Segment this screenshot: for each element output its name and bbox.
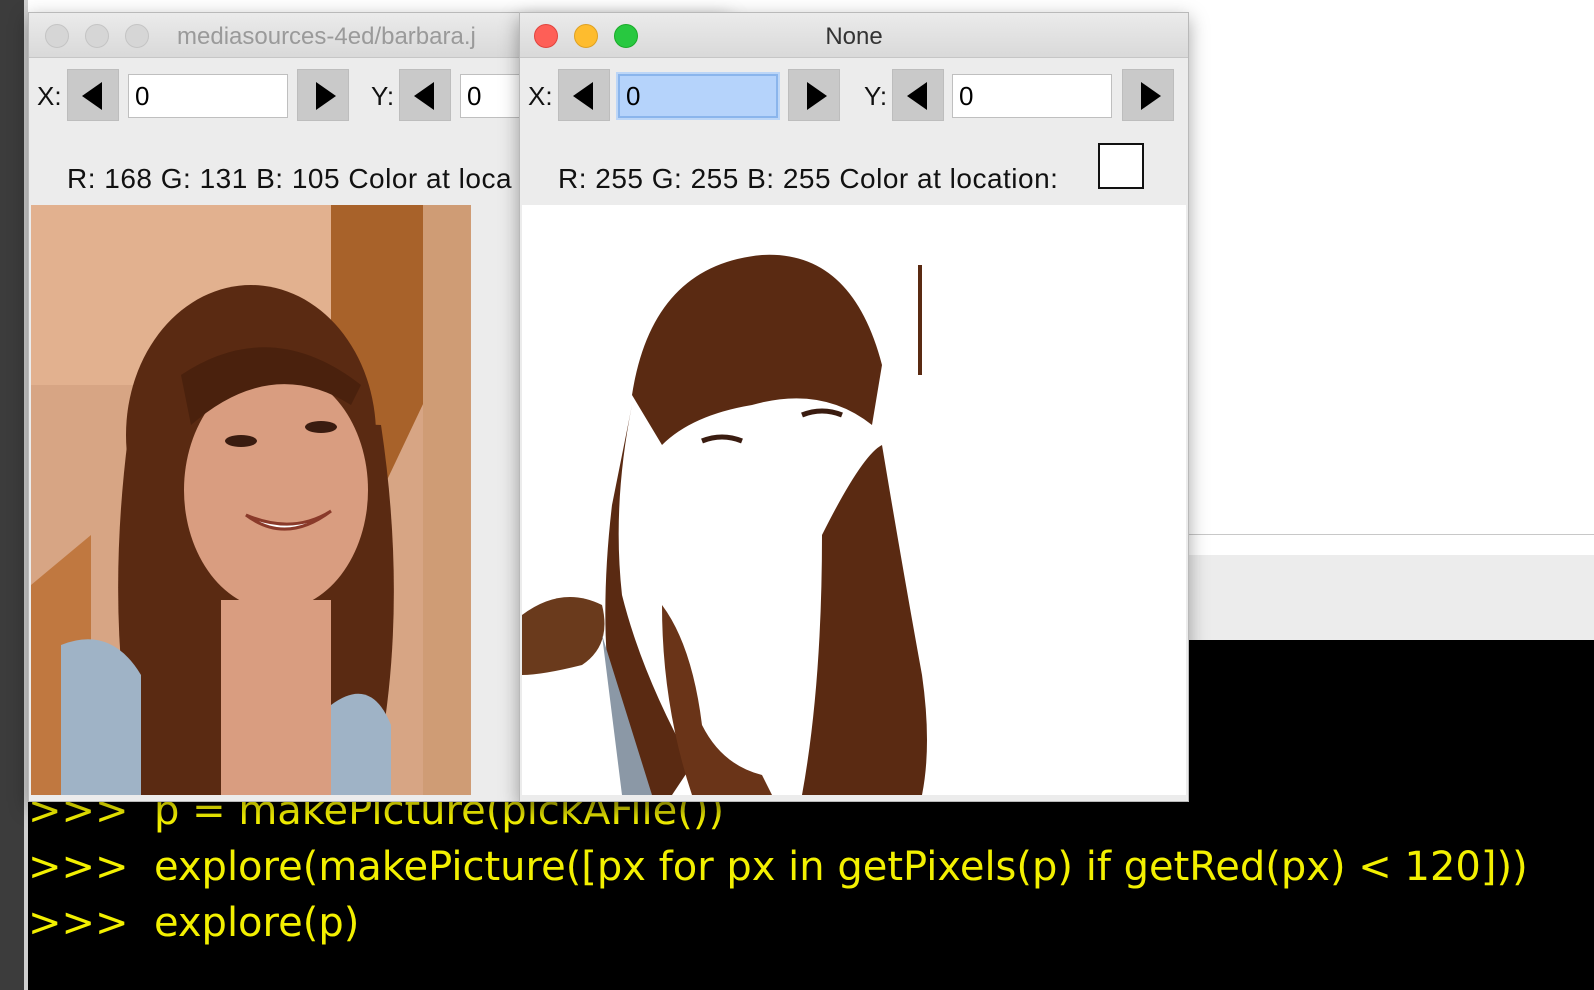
banister-line bbox=[918, 265, 922, 375]
x-label: X: bbox=[528, 81, 553, 111]
background-divider bbox=[1186, 534, 1594, 535]
left-arrow-icon bbox=[907, 82, 927, 110]
left-arrow-icon bbox=[573, 82, 593, 110]
color-swatch bbox=[1098, 143, 1144, 189]
title-bar[interactable]: None bbox=[520, 13, 1188, 58]
right-arrow-icon bbox=[316, 82, 336, 110]
console-line-3: >>> explore(p) bbox=[28, 900, 360, 946]
background-panel bbox=[1186, 555, 1594, 640]
pixel-color-info: R: 168 G: 131 B: 105 Color at loca bbox=[67, 163, 513, 194]
left-arrow-icon bbox=[82, 82, 102, 110]
right-arrow-icon bbox=[1141, 82, 1161, 110]
filtered-photo-canvas[interactable] bbox=[522, 205, 1186, 795]
x-increment-button[interactable] bbox=[297, 69, 349, 121]
photo-eye-right bbox=[305, 421, 337, 433]
original-photo-canvas[interactable] bbox=[31, 205, 471, 795]
x-increment-button[interactable] bbox=[788, 69, 840, 121]
console-line-2: >>> explore(makePicture([px for px in ge… bbox=[28, 844, 1528, 890]
picture-explorer-window-filtered[interactable]: None X: Y: R: 255 G: 255 B: 255 Color at… bbox=[519, 12, 1189, 802]
x-label: X: bbox=[37, 81, 62, 111]
left-arrow-icon bbox=[414, 82, 434, 110]
pixel-color-info: R: 255 G: 255 B: 255 Color at location: bbox=[558, 163, 1059, 194]
photo-door bbox=[423, 205, 471, 795]
photo-eye-left bbox=[225, 435, 257, 447]
y-increment-button[interactable] bbox=[1122, 69, 1174, 121]
minimize-icon[interactable] bbox=[85, 24, 109, 48]
y-label: Y: bbox=[371, 81, 395, 111]
y-coordinate-input[interactable] bbox=[952, 74, 1112, 118]
right-arrow-icon bbox=[807, 82, 827, 110]
photo-neck bbox=[221, 600, 331, 795]
window-title: mediasources-4ed/barbara.j bbox=[177, 23, 476, 50]
y-label: Y: bbox=[864, 81, 888, 111]
desktop-left-edge bbox=[0, 0, 24, 990]
zoom-icon[interactable] bbox=[125, 24, 149, 48]
photo-top-left bbox=[61, 639, 141, 795]
window-title: None bbox=[825, 23, 883, 50]
x-decrement-button[interactable] bbox=[67, 69, 119, 121]
x-decrement-button[interactable] bbox=[558, 69, 610, 121]
x-coordinate-input[interactable] bbox=[618, 74, 778, 118]
y-decrement-button[interactable] bbox=[399, 69, 451, 121]
x-coordinate-input[interactable] bbox=[128, 74, 288, 118]
photo-top-right bbox=[331, 693, 391, 795]
close-icon[interactable] bbox=[45, 24, 69, 48]
y-decrement-button[interactable] bbox=[892, 69, 944, 121]
